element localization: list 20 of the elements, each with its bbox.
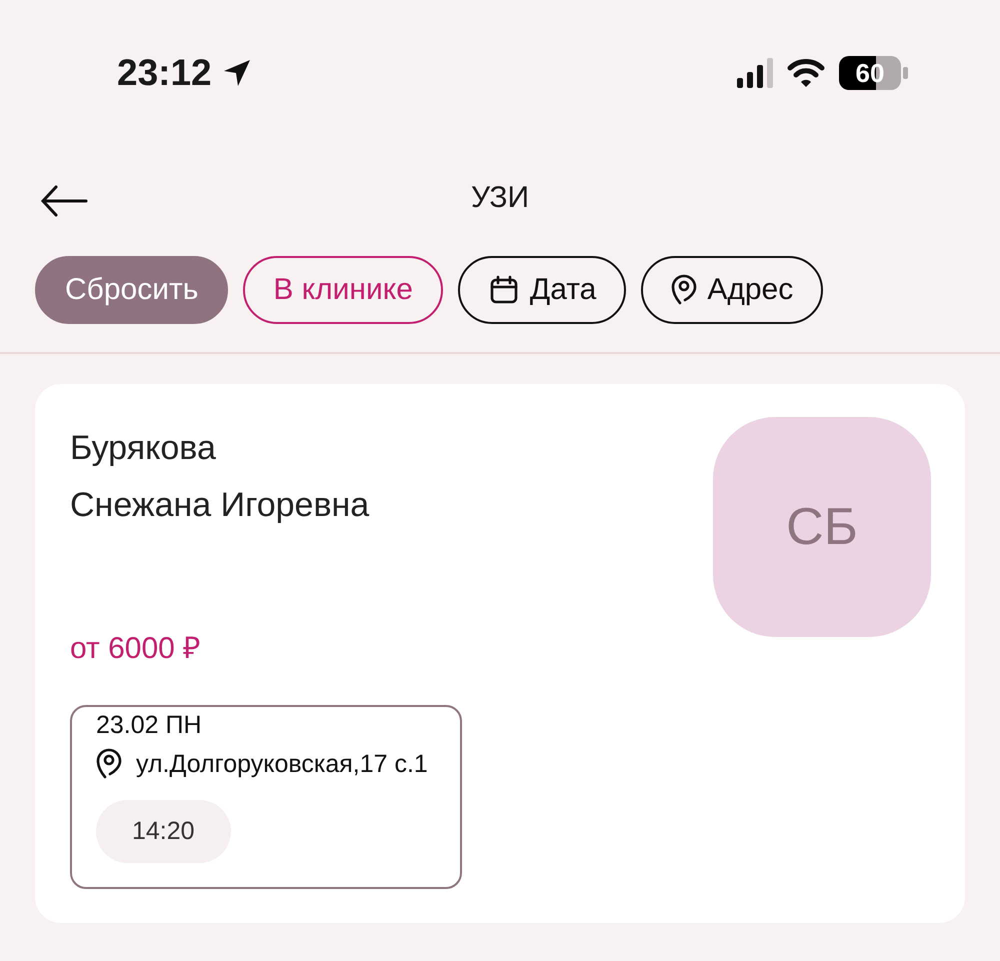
doctor-name: Снежана Игоревна <box>70 485 370 526</box>
reset-button[interactable]: Сбросить <box>35 256 228 324</box>
time-slot-button[interactable]: 14:20 <box>96 800 231 863</box>
slot-date: 23.02 ПН <box>96 711 202 739</box>
initials-avatar: СБ <box>713 417 931 637</box>
location-pin-icon <box>671 274 698 306</box>
wifi-icon <box>787 58 825 88</box>
calendar-icon <box>488 274 520 306</box>
signal-icon <box>737 58 773 88</box>
location-pin-icon <box>96 748 122 780</box>
filter-chip[interactable]: В клинике <box>243 256 443 324</box>
clinic-address: ул.Долгоруковская,17 с.1 <box>136 750 428 778</box>
price-label: от 6000 ₽ <box>70 631 202 667</box>
screen-title: УЗИ <box>470 181 530 215</box>
filter-chip[interactable]: Адрес <box>641 256 824 324</box>
doctor-surname: Бурякова <box>70 428 217 469</box>
filter-chip[interactable]: Дата <box>458 256 626 324</box>
status-time: 23:12 <box>117 52 212 94</box>
location-arrow-icon <box>222 58 252 88</box>
back-arrow-icon[interactable] <box>40 184 88 218</box>
